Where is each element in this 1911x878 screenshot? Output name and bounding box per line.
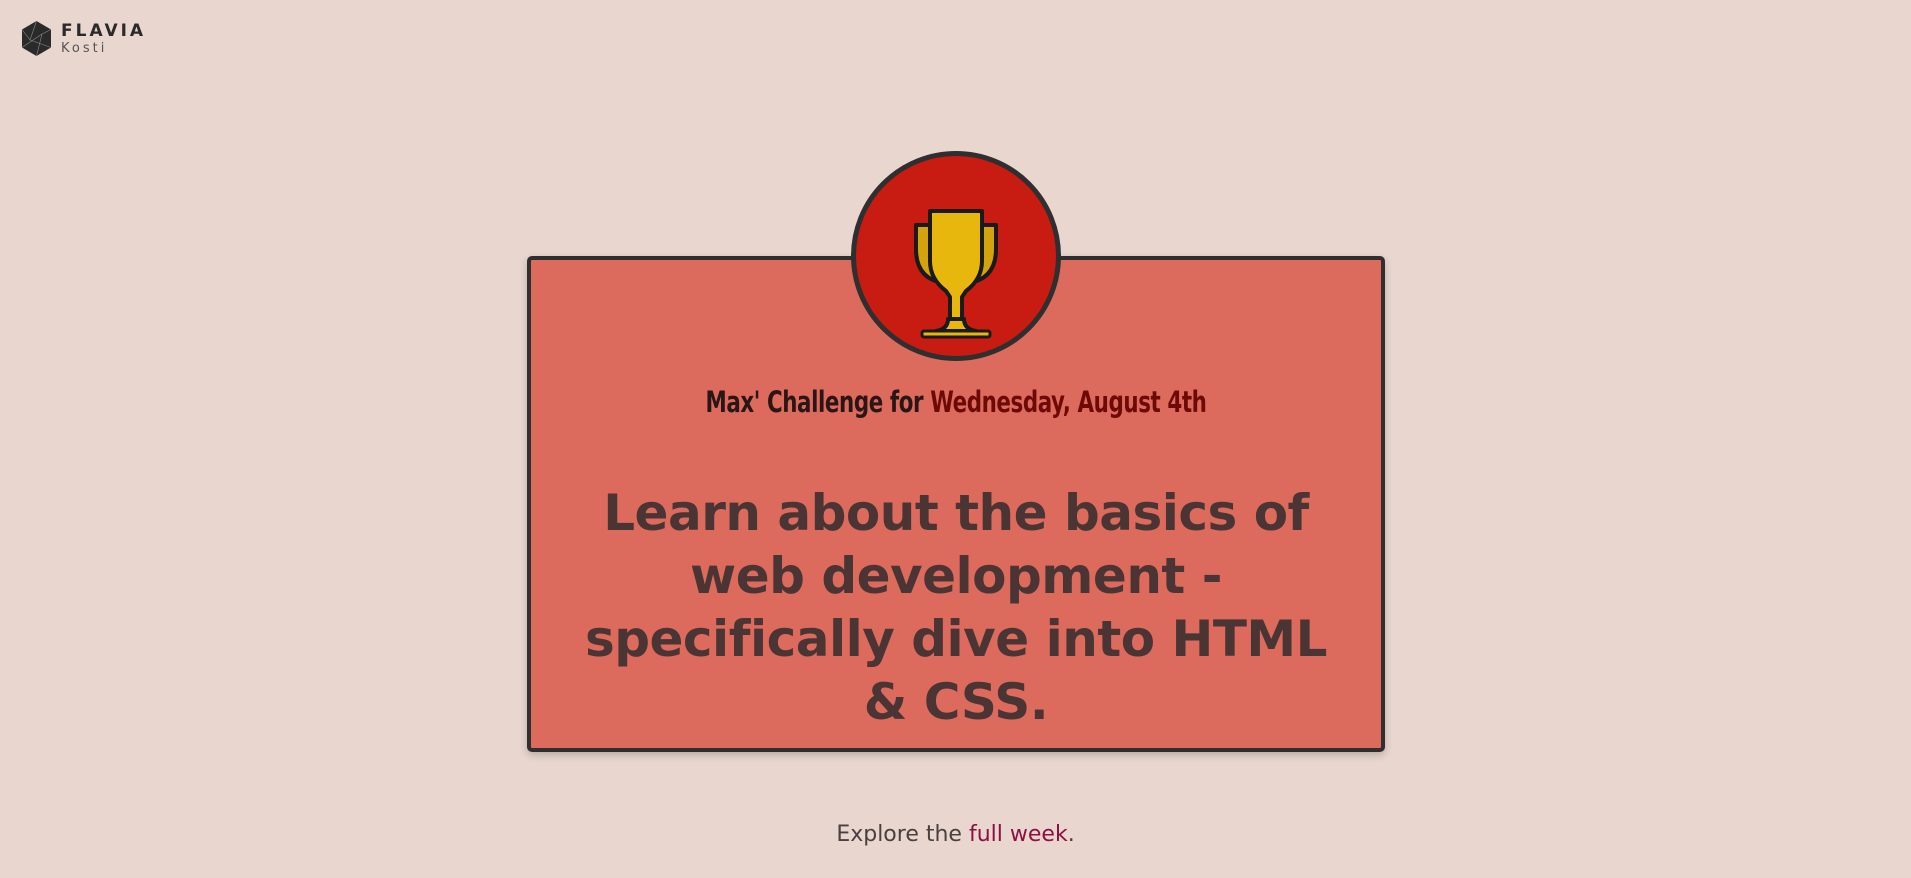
explore-suffix: . (1067, 822, 1075, 847)
heading-date: Wednesday, August 4th (930, 385, 1207, 419)
logo[interactable]: FLAVIA Kosti (20, 20, 146, 57)
logo-text: FLAVIA Kosti (61, 20, 147, 56)
trophy-icon (914, 209, 998, 339)
logo-name: FLAVIA (61, 20, 147, 41)
hexagon-logo-icon (21, 20, 52, 57)
explore-prefix: Explore the (836, 822, 969, 847)
explore-footer: Explore the full week. (0, 822, 1911, 847)
trophy-badge (851, 151, 1061, 361)
heading-prefix: Max' Challenge for (705, 385, 931, 419)
card-heading: Max' Challenge for Wednesday, August 4th (604, 385, 1308, 419)
challenge-text: Learn about the basics of web developmen… (584, 484, 1328, 731)
full-week-link[interactable]: full week (969, 822, 1068, 847)
logo-subtitle: Kosti (61, 40, 108, 56)
